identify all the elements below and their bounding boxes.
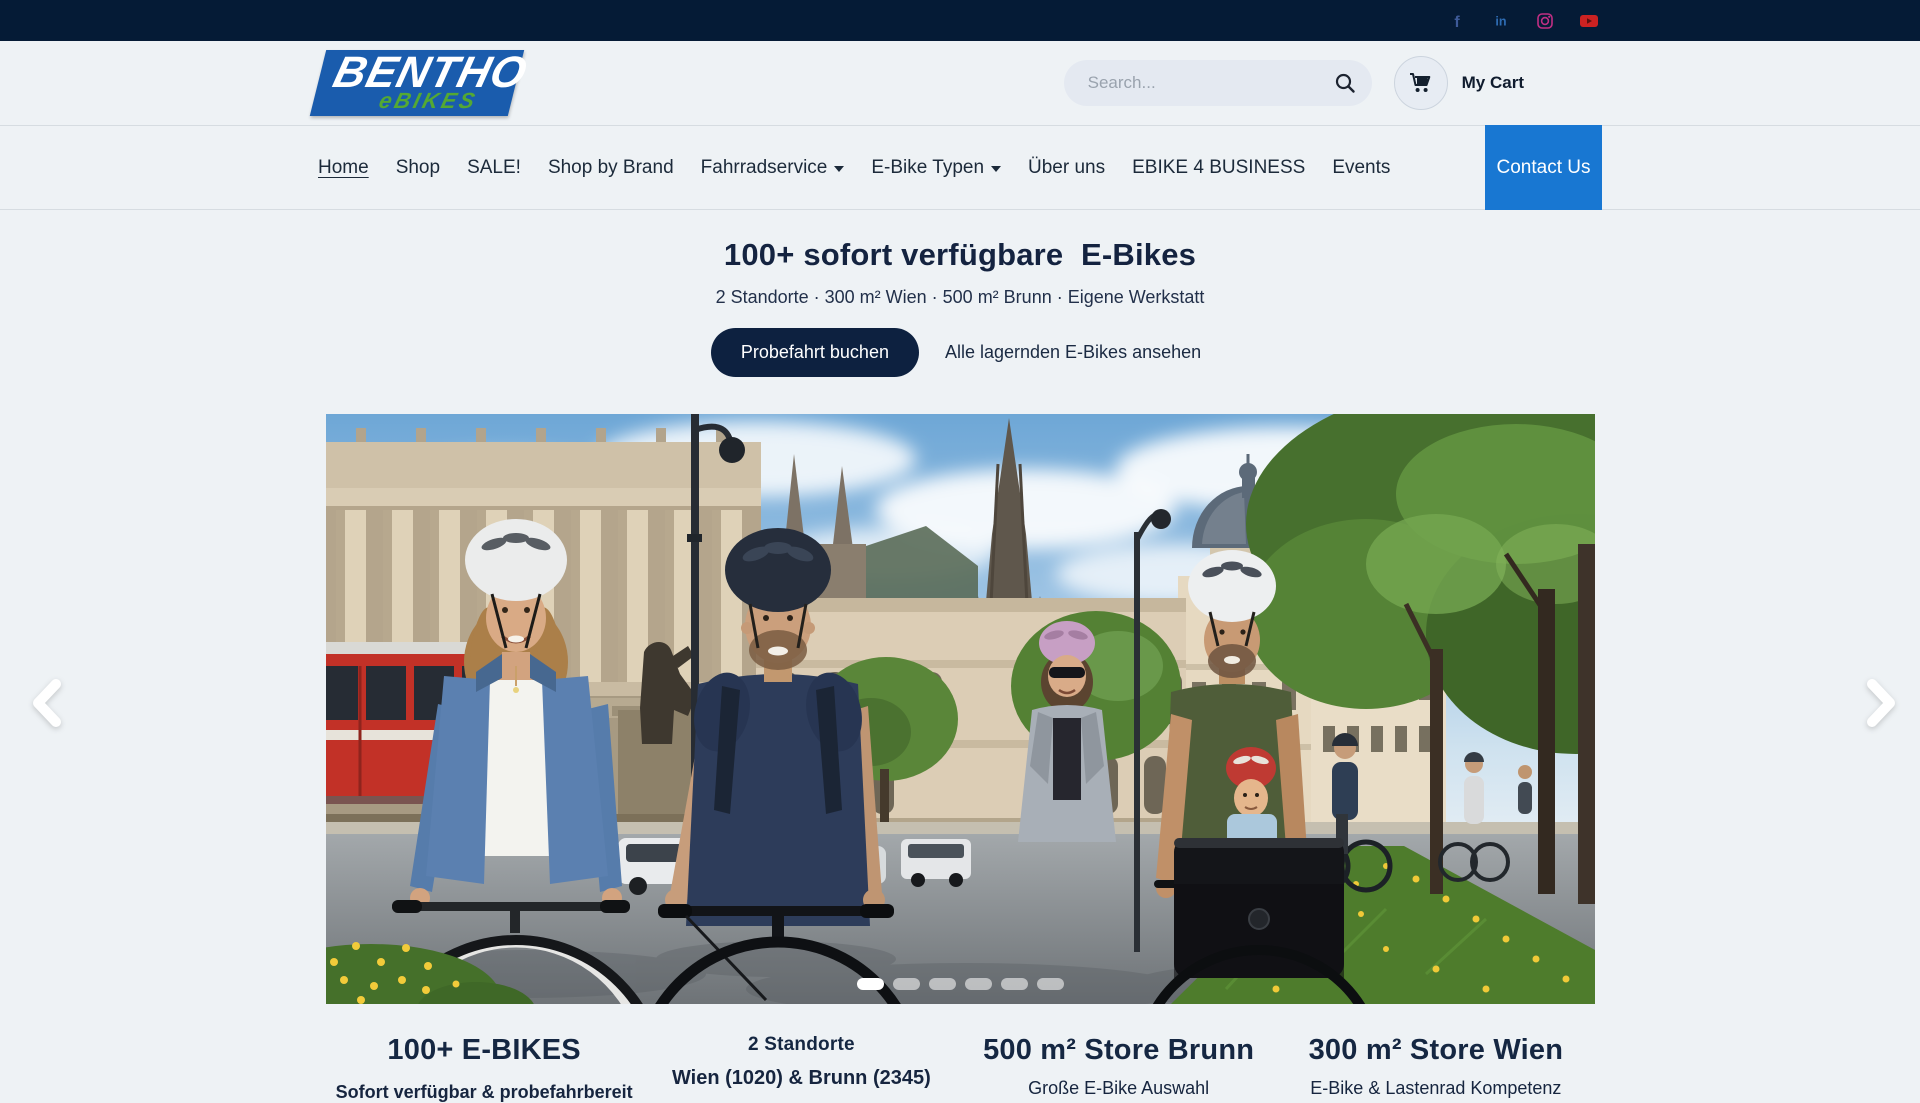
feature-title: 500 m² Store Brunn (960, 1034, 1277, 1067)
carousel-slide-image (326, 414, 1595, 1004)
feature-store-wien: 300 m² Store Wien E-Bike & Lastenrad Kom… (1277, 1034, 1594, 1103)
nav-item-events[interactable]: Events (1332, 157, 1390, 179)
nav-item-ueber-uns[interactable]: Über uns (1028, 157, 1105, 179)
feature-title: 2 Standorte (643, 1034, 960, 1056)
topbar: f in (0, 0, 1920, 41)
nav-item-ebike4business[interactable]: EBIKE 4 BUSINESS (1132, 157, 1305, 179)
instagram-icon[interactable] (1536, 12, 1554, 30)
feature-subtitle: Sofort verfügbar & probefahrbereit (326, 1082, 643, 1103)
logo-line2: eBIKES (377, 91, 498, 111)
feature-subtitle: E-Bike & Lastenrad Kompetenz (1277, 1078, 1594, 1099)
carousel-dot[interactable] (893, 978, 920, 990)
carousel-next-arrow[interactable] (1858, 676, 1902, 730)
hero-section: 100+ sofort verfügbare E-Bikes 2 Standor… (0, 210, 1920, 1004)
carousel-dot[interactable] (929, 978, 956, 990)
cart-button[interactable]: My Cart (1394, 56, 1524, 110)
search-icon[interactable] (1334, 72, 1356, 94)
contact-us-button[interactable]: Contact Us (1485, 125, 1602, 210)
search-bar (1064, 60, 1372, 106)
carousel-dot[interactable] (965, 978, 992, 990)
svg-text:in: in (1495, 14, 1506, 28)
chevron-down-icon (834, 166, 844, 172)
hero-carousel (326, 414, 1595, 1004)
book-test-ride-button[interactable]: Probefahrt buchen (711, 328, 919, 377)
nav-item-sale[interactable]: SALE! (467, 157, 521, 179)
feature-subtitle: Große E-Bike Auswahl (960, 1078, 1277, 1099)
site-header: BENTHO eBIKES My Cart (0, 41, 1920, 125)
features-row: 100+ E-BIKES Sofort verfügbar & probefah… (326, 1034, 1595, 1103)
feature-ebikes: 100+ E-BIKES Sofort verfügbar & probefah… (326, 1034, 643, 1103)
feature-store-brunn: 500 m² Store Brunn Große E-Bike Auswahl (960, 1034, 1277, 1103)
hero-subtitle: 2 Standorte · 300 m² Wien · 500 m² Brunn… (0, 287, 1920, 308)
site-logo[interactable]: BENTHO eBIKES (310, 50, 524, 116)
feature-title: 100+ E-BIKES (326, 1034, 643, 1067)
feature-standorte: 2 Standorte Wien (1020) & Brunn (2345) (643, 1034, 960, 1103)
carousel-dot[interactable] (857, 978, 884, 990)
logo-line1: BENTHO (330, 53, 508, 93)
carousel-dot[interactable] (1037, 978, 1064, 990)
nav-item-shop-by-brand[interactable]: Shop by Brand (548, 157, 674, 179)
facebook-icon[interactable]: f (1448, 12, 1466, 30)
nav-item-ebike-typen[interactable]: E-Bike Typen (871, 157, 1001, 179)
feature-subtitle: Wien (1020) & Brunn (2345) (643, 1067, 960, 1090)
cart-label: My Cart (1462, 73, 1524, 93)
nav-item-shop[interactable]: Shop (396, 157, 440, 179)
feature-title: 300 m² Store Wien (1277, 1034, 1594, 1067)
nav-item-home[interactable]: Home (318, 157, 369, 179)
chevron-down-icon (991, 166, 1001, 172)
hero-title: 100+ sofort verfügbare E-Bikes (0, 237, 1920, 273)
cart-icon (1394, 56, 1448, 110)
carousel-dot[interactable] (1001, 978, 1028, 990)
nav-item-fahrradservice[interactable]: Fahrradservice (701, 157, 845, 179)
view-all-ebikes-button[interactable]: Alle lagernden E-Bikes ansehen (937, 328, 1209, 377)
svg-text:f: f (1454, 14, 1460, 29)
main-nav: Home Shop SALE! Shop by Brand Fahrradser… (0, 125, 1920, 210)
linkedin-icon[interactable]: in (1492, 12, 1510, 30)
carousel-indicators (326, 978, 1595, 990)
search-input[interactable] (1086, 72, 1334, 94)
youtube-icon[interactable] (1580, 12, 1598, 30)
carousel-prev-arrow[interactable] (26, 676, 70, 730)
